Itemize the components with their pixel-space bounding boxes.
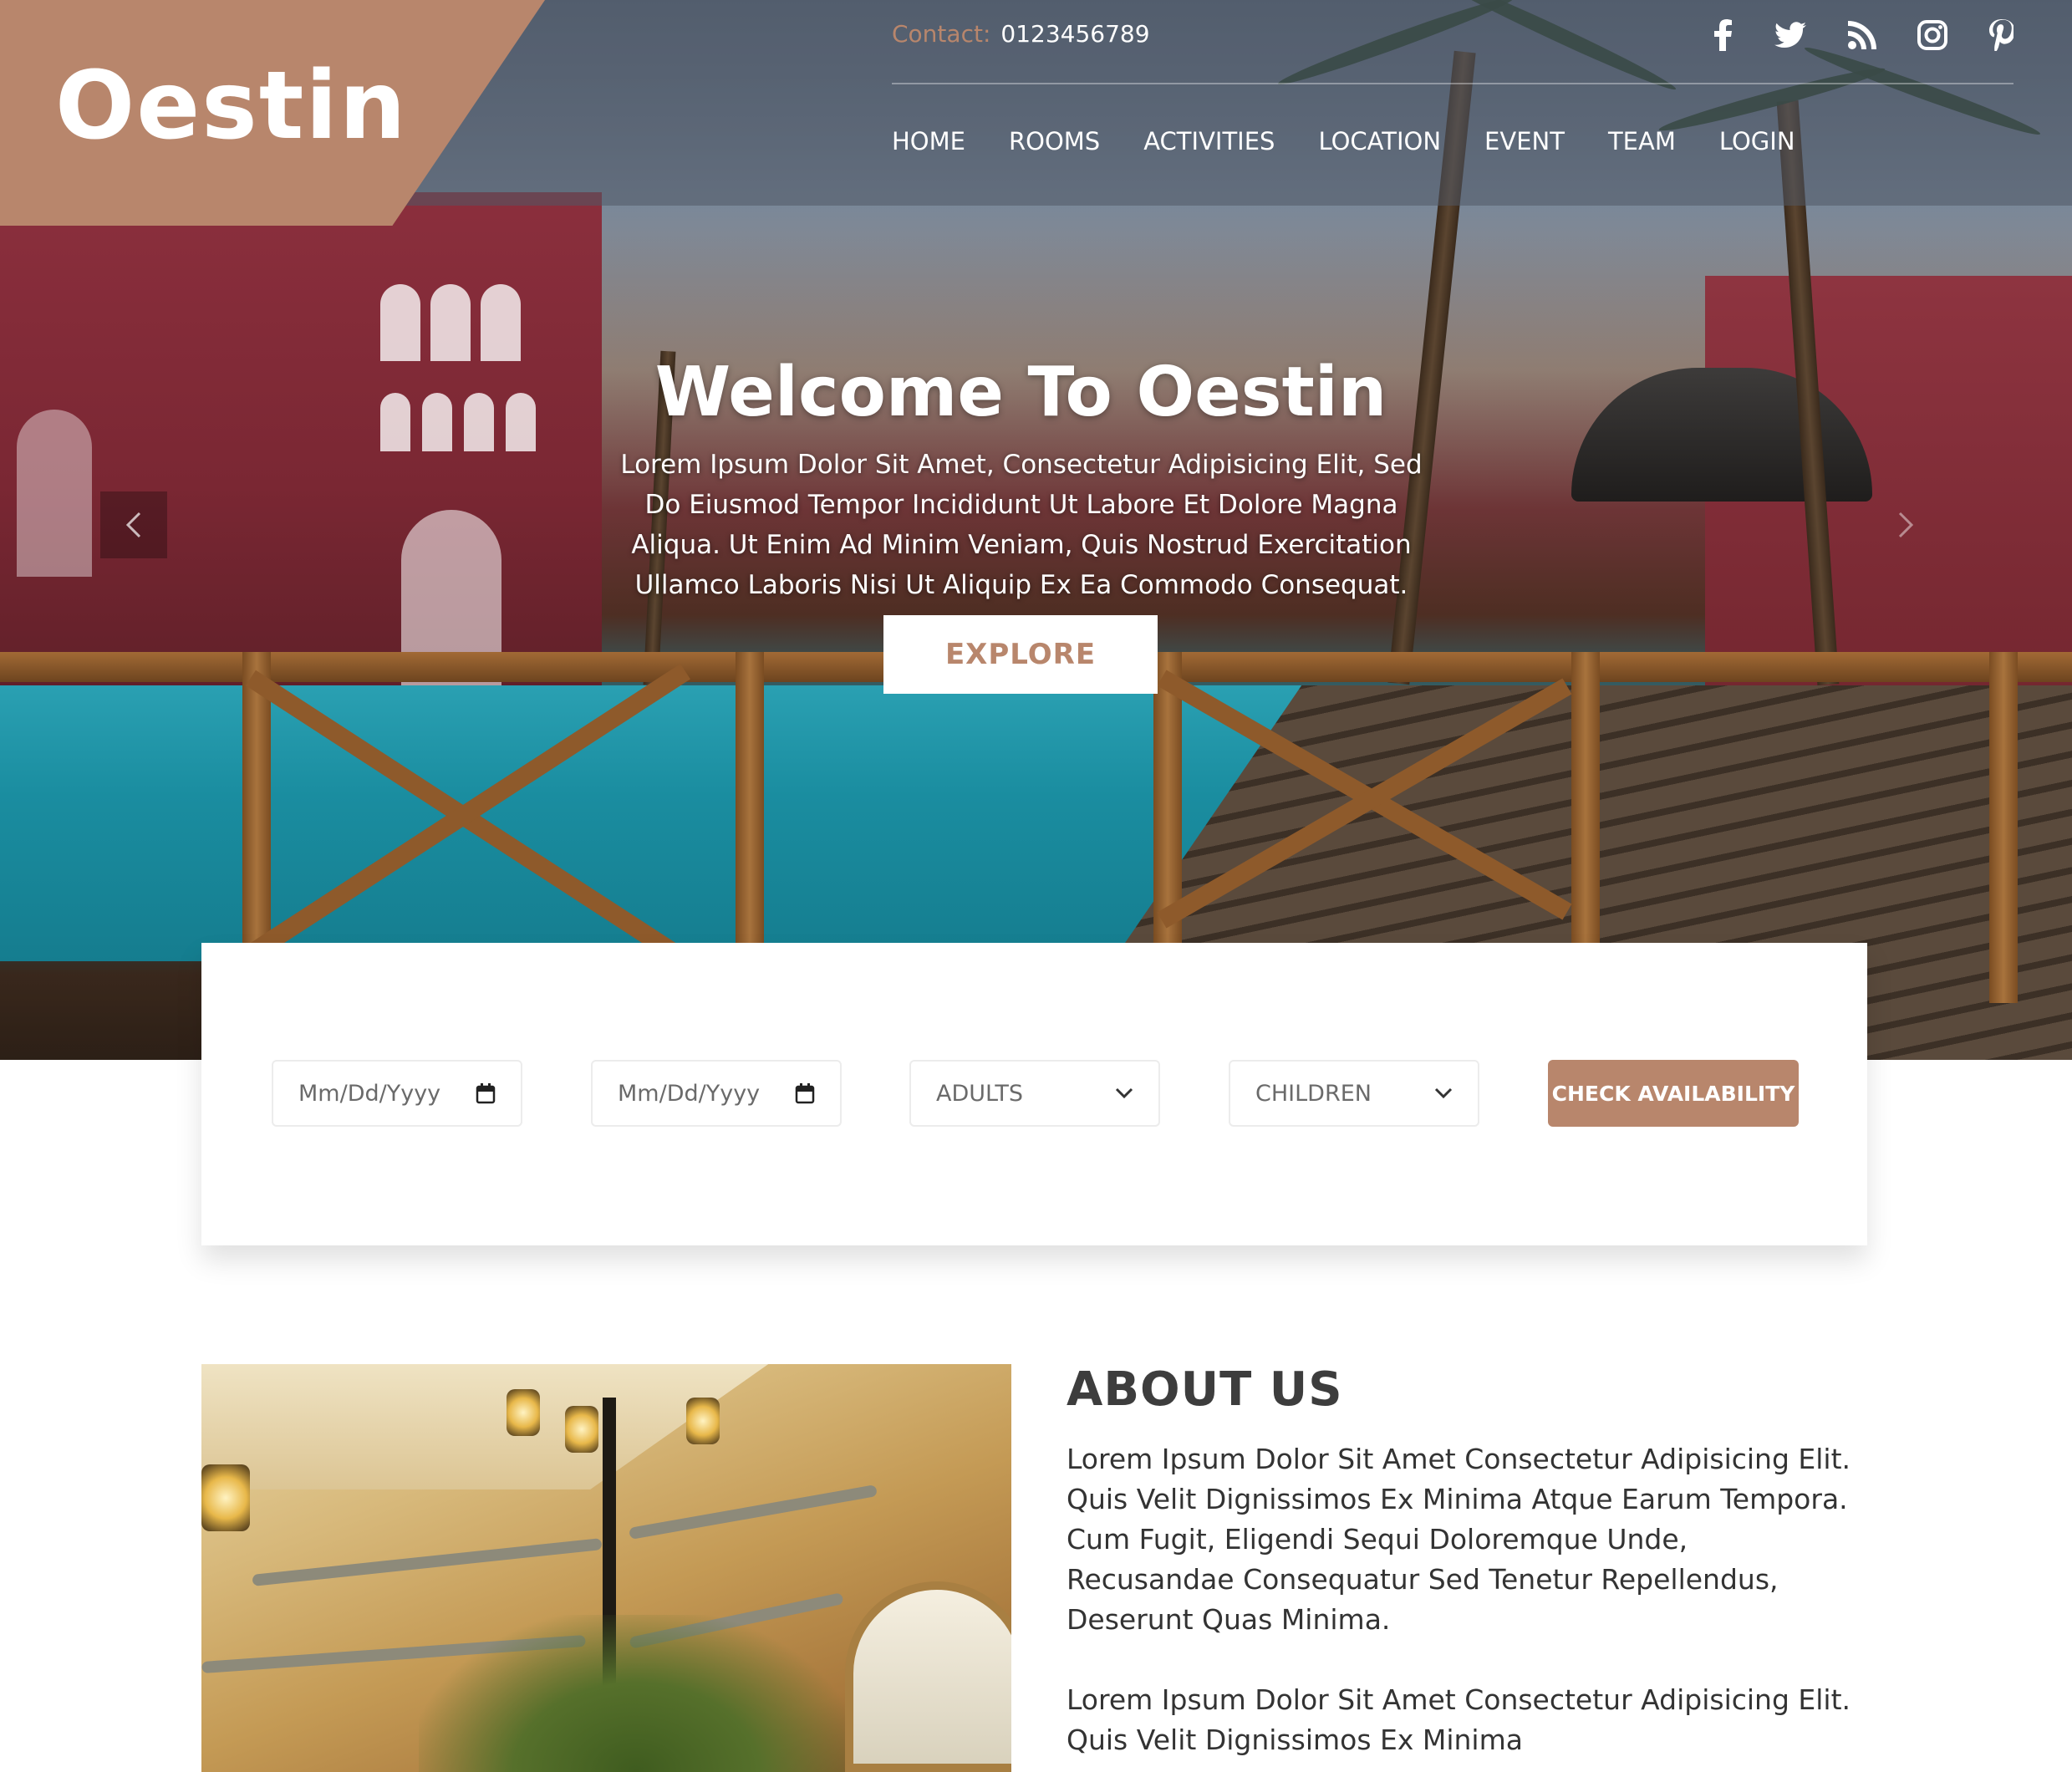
facebook-icon[interactable] bbox=[1705, 17, 1742, 53]
chevron-down-icon bbox=[1115, 1087, 1133, 1099]
nav-rooms[interactable]: ROOMS bbox=[1009, 127, 1100, 155]
check-availability-button[interactable]: CHECK AVAILABILITY bbox=[1548, 1060, 1799, 1127]
booking-form: Mm/Dd/Yyyy Mm/Dd/Yyyy ADULTS CHILDREN CH… bbox=[201, 943, 1867, 1245]
nav-team[interactable]: TEAM bbox=[1608, 127, 1676, 155]
nav-home[interactable]: HOME bbox=[892, 127, 965, 155]
calendar-icon[interactable] bbox=[795, 1082, 815, 1104]
explore-button[interactable]: EXPLORE bbox=[883, 615, 1158, 694]
hero-background-building bbox=[0, 192, 602, 727]
nav-event[interactable]: EVENT bbox=[1484, 127, 1565, 155]
main-nav: HOME ROOMS ACTIVITIES LOCATION EVENT TEA… bbox=[892, 127, 1839, 155]
checkout-date-placeholder: Mm/Dd/Yyyy bbox=[618, 1080, 761, 1107]
checkin-date-input[interactable]: Mm/Dd/Yyyy bbox=[272, 1060, 522, 1127]
twitter-icon[interactable] bbox=[1772, 17, 1809, 53]
children-select-value: CHILDREN bbox=[1255, 1080, 1372, 1107]
nav-login[interactable]: LOGIN bbox=[1719, 127, 1795, 155]
about-paragraph: Lorem Ipsum Dolor Sit Amet Consectetur A… bbox=[1067, 1683, 1851, 1756]
children-select[interactable]: CHILDREN bbox=[1229, 1060, 1479, 1127]
carousel-prev-button[interactable] bbox=[100, 491, 167, 558]
adults-select[interactable]: ADULTS bbox=[909, 1060, 1160, 1127]
checkout-date-input[interactable]: Mm/Dd/Yyyy bbox=[591, 1060, 842, 1127]
hero-title: Welcome To Oestin bbox=[654, 353, 1387, 432]
chevron-left-icon bbox=[125, 512, 141, 538]
hero-description: Lorem Ipsum Dolor Sit Amet, Consectetur … bbox=[620, 450, 1423, 600]
contact-info: Contact: 0123456789 bbox=[892, 20, 1150, 48]
pinterest-icon[interactable] bbox=[1983, 17, 2019, 53]
chevron-right-icon bbox=[1898, 512, 1914, 538]
nav-location[interactable]: LOCATION bbox=[1318, 127, 1441, 155]
header-divider bbox=[892, 83, 2013, 84]
checkin-date-placeholder: Mm/Dd/Yyyy bbox=[298, 1080, 441, 1107]
chevron-down-icon bbox=[1434, 1087, 1453, 1099]
brand-logo[interactable]: Oestin bbox=[55, 52, 408, 160]
rss-icon[interactable] bbox=[1844, 17, 1881, 53]
contact-phone[interactable]: 0123456789 bbox=[1000, 20, 1149, 48]
instagram-icon[interactable] bbox=[1914, 17, 1951, 53]
carousel-next-button[interactable] bbox=[1872, 491, 1939, 558]
adults-select-value: ADULTS bbox=[936, 1080, 1023, 1107]
calendar-icon[interactable] bbox=[476, 1082, 496, 1104]
contact-label: Contact: bbox=[892, 20, 991, 48]
nav-activities[interactable]: ACTIVITIES bbox=[1143, 127, 1275, 155]
about-image bbox=[201, 1364, 1011, 1772]
about-paragraph: Lorem Ipsum Dolor Sit Amet Consectetur A… bbox=[1067, 1443, 1851, 1636]
about-title: ABOUT US bbox=[1067, 1362, 1343, 1417]
